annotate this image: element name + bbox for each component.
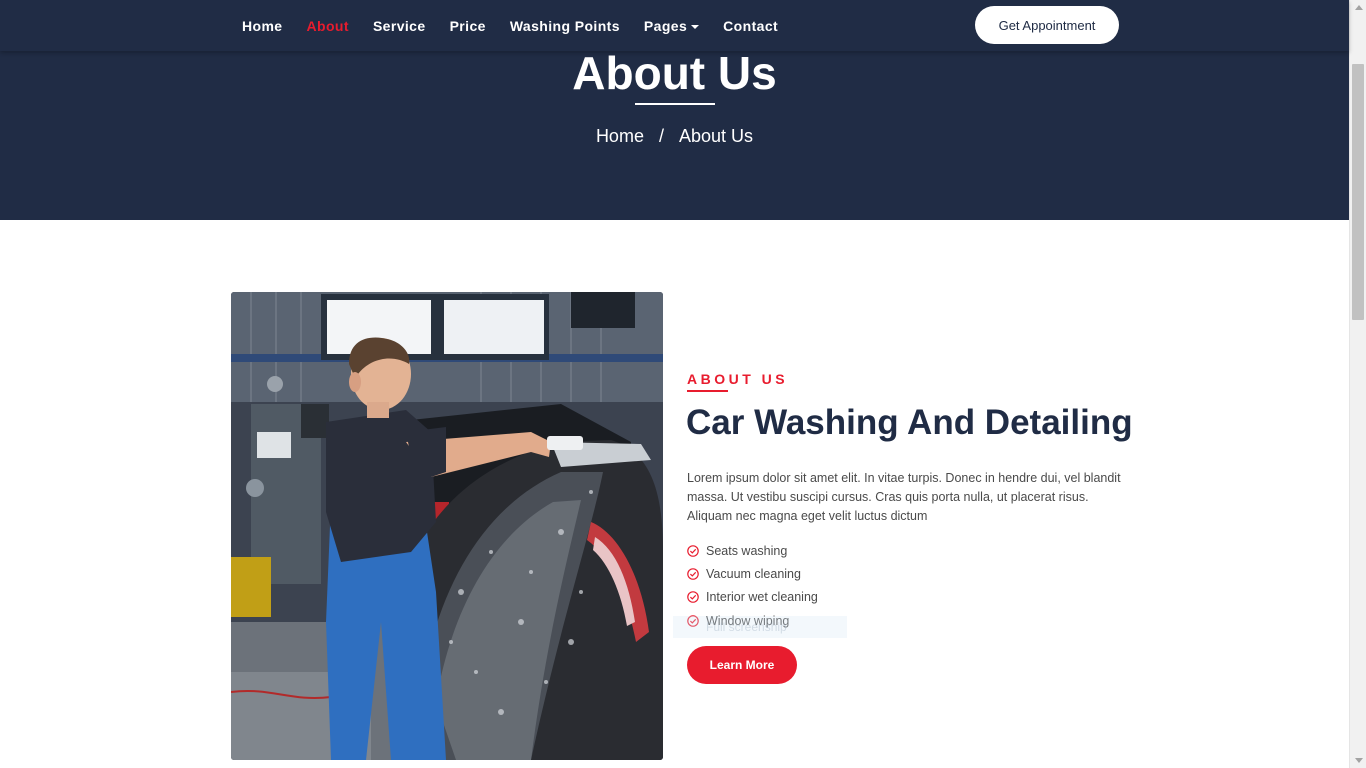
check-circle-icon bbox=[687, 591, 699, 604]
nav-item-contact[interactable]: Contact bbox=[723, 18, 778, 34]
check-circle-icon bbox=[687, 568, 699, 580]
get-appointment-button[interactable]: Get Appointment bbox=[975, 6, 1119, 44]
feature-label: Seats washing bbox=[706, 543, 788, 558]
feature-item: Vacuum cleaning bbox=[687, 562, 818, 585]
nav-item-price[interactable]: Price bbox=[450, 18, 486, 34]
section-description: Lorem ipsum dolor sit amet elit. In vita… bbox=[687, 471, 1121, 523]
nav-item-pages-dropdown[interactable]: Pages bbox=[643, 17, 700, 34]
breadcrumb-separator: / bbox=[658, 126, 664, 146]
vertical-scrollbar[interactable] bbox=[1349, 0, 1366, 768]
breadcrumb-home[interactable]: Home bbox=[596, 126, 644, 147]
top-navbar: Home About Service Price Washing Points … bbox=[0, 0, 1349, 51]
section-title: Car Washing And Detailing bbox=[686, 403, 1133, 442]
scrollbar-thumb[interactable] bbox=[1352, 64, 1364, 320]
scroll-down-arrow-icon[interactable] bbox=[1355, 758, 1363, 763]
section-label: ABOUT US bbox=[687, 371, 789, 387]
nav-item-washing-points[interactable]: Washing Points bbox=[510, 18, 620, 34]
check-circle-icon bbox=[687, 544, 699, 557]
nav-menu: Home About Service Price Washing Points … bbox=[242, 0, 802, 51]
breadcrumb: Home / About Us bbox=[0, 126, 1349, 147]
caret-down-icon bbox=[691, 24, 700, 29]
scroll-up-arrow-icon[interactable] bbox=[1355, 5, 1363, 10]
page-title: About Us bbox=[572, 47, 777, 99]
nav-item-home[interactable]: Home bbox=[242, 18, 283, 34]
nav-item-about[interactable]: About bbox=[307, 18, 349, 34]
feature-label: Vacuum cleaning bbox=[706, 566, 801, 581]
feature-item: Interior wet cleaning bbox=[687, 586, 818, 609]
section-label-underline bbox=[687, 390, 728, 392]
feature-item: Seats washing bbox=[687, 539, 818, 562]
title-underline bbox=[635, 103, 715, 105]
breadcrumb-current: About Us bbox=[679, 126, 754, 146]
nav-item-pages-label: Pages bbox=[643, 17, 688, 34]
screenshot-overlay-tooltip: Full screenship bbox=[673, 616, 847, 638]
feature-label: Interior wet cleaning bbox=[706, 590, 818, 605]
learn-more-button[interactable]: Learn More bbox=[687, 646, 797, 684]
nav-item-service[interactable]: Service bbox=[373, 18, 426, 34]
car-washing-photo bbox=[231, 292, 663, 760]
